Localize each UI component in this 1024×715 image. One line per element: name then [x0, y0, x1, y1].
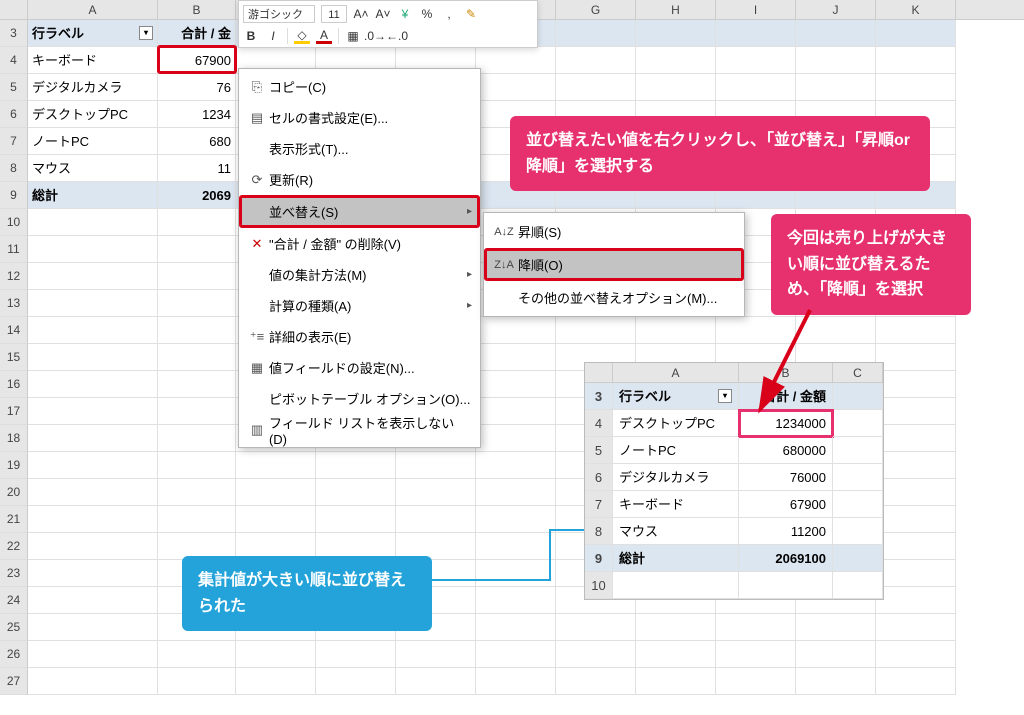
select-all-corner[interactable] [0, 0, 28, 19]
row-header-26[interactable]: 26 [0, 641, 28, 668]
row-header-9[interactable]: 9 [0, 182, 28, 209]
filter-button[interactable]: ▾ [139, 26, 153, 40]
fill-color-icon[interactable]: ◇ [294, 28, 310, 44]
callout-result: 集計値が大きい順に並び替えられた [182, 556, 432, 631]
decrease-font-icon[interactable]: A˅ [375, 6, 391, 22]
row-header-16[interactable]: 16 [0, 371, 28, 398]
col-header-i[interactable]: I [716, 0, 796, 19]
ctx-pivot-options[interactable]: ピボットテーブル オプション(O)... [239, 383, 480, 414]
increase-decimal-icon[interactable]: .0→ [367, 28, 383, 44]
sort-submenu: A↓Z昇順(S) Z↓A降順(O) その他の並べ替えオプション(M)... [483, 212, 745, 317]
col-header-h[interactable]: H [636, 0, 716, 19]
result-row[interactable]: 8マウス11200 [585, 518, 883, 545]
row-header-12[interactable]: 12 [0, 263, 28, 290]
row-header-17[interactable]: 17 [0, 398, 28, 425]
result-row[interactable]: 7キーボード67900 [585, 491, 883, 518]
col-header-j[interactable]: J [796, 0, 876, 19]
font-color-icon[interactable]: A [316, 28, 332, 44]
percent-icon[interactable]: % [419, 6, 435, 22]
format-painter-icon[interactable]: ✎ [463, 6, 479, 22]
row-header-13[interactable]: 13 [0, 290, 28, 317]
row-header-25[interactable]: 25 [0, 614, 28, 641]
mini-toolbar: 游ゴシック 11 A˄ A˅ ¥ % , ✎ B I ◇ A ▦ .0→ ←.0 [238, 0, 538, 48]
row-header-8[interactable]: 8 [0, 155, 28, 182]
col-header-k[interactable]: K [876, 0, 956, 19]
refresh-icon: ⟳ [245, 172, 269, 188]
delete-icon: ✕ [245, 236, 269, 252]
row-header-18[interactable]: 18 [0, 425, 28, 452]
ctx-copy[interactable]: ⎘コピー(C) [239, 71, 480, 102]
ctx-number-format[interactable]: 表示形式(T)... [239, 133, 480, 164]
row-header-22[interactable]: 22 [0, 533, 28, 560]
sort-more[interactable]: その他の並べ替えオプション(M)... [484, 281, 744, 314]
ctx-delete-field[interactable]: ✕"合計 / 金額" の削除(V) [239, 228, 480, 259]
row-header-10[interactable]: 10 [0, 209, 28, 236]
sort-desc-icon: Z↓A [490, 259, 518, 271]
field-settings-icon: ▦ [245, 360, 269, 376]
comma-icon[interactable]: , [441, 6, 457, 22]
currency-icon[interactable]: ¥ [397, 6, 413, 22]
decrease-decimal-icon[interactable]: ←.0 [389, 28, 405, 44]
fieldlist-icon: ▥ [245, 422, 269, 438]
chevron-right-icon: ▸ [467, 300, 472, 311]
increase-font-icon[interactable]: A˄ [353, 6, 369, 22]
row-header-15[interactable]: 15 [0, 344, 28, 371]
ctx-hide-fieldlist[interactable]: ▥フィールド リストを表示しない(D) [239, 414, 480, 445]
col-header-b[interactable]: B [158, 0, 236, 19]
result-col-c[interactable]: C [833, 363, 883, 383]
row-header-27[interactable]: 27 [0, 668, 28, 695]
row-header-14[interactable]: 14 [0, 317, 28, 344]
chevron-right-icon: ▸ [467, 269, 472, 280]
sort-asc-icon: A↓Z [490, 226, 518, 238]
ctx-format-cells[interactable]: ▤セルの書式設定(E)... [239, 102, 480, 133]
col-header-a[interactable]: A [28, 0, 158, 19]
result-row[interactable]: 9総計2069100 [585, 545, 883, 572]
row-header-6[interactable]: 6 [0, 101, 28, 128]
detail-icon: ⁺≡ [245, 329, 269, 345]
ctx-sort[interactable]: 並べ替え(S)▸ [239, 195, 480, 228]
row-header-20[interactable]: 20 [0, 479, 28, 506]
row-header-4[interactable]: 4 [0, 47, 28, 74]
result-row[interactable]: 10 [585, 572, 883, 599]
ctx-refresh[interactable]: ⟳更新(R) [239, 164, 480, 195]
row-header-23[interactable]: 23 [0, 560, 28, 587]
row-header-24[interactable]: 24 [0, 587, 28, 614]
connector-blue-icon [430, 520, 600, 590]
context-menu: ⎘コピー(C) ▤セルの書式設定(E)... 表示形式(T)... ⟳更新(R)… [238, 68, 481, 448]
ctx-field-settings[interactable]: ▦値フィールドの設定(N)... [239, 352, 480, 383]
font-size[interactable]: 11 [321, 5, 347, 23]
row-headers: 3456789101112131415161718192021222324252… [0, 20, 28, 695]
borders-icon[interactable]: ▦ [345, 28, 361, 44]
chevron-right-icon: ▸ [467, 206, 472, 217]
sort-asc[interactable]: A↓Z昇順(S) [484, 215, 744, 248]
bold-icon[interactable]: B [243, 28, 259, 44]
row-header-21[interactable]: 21 [0, 506, 28, 533]
row-header-5[interactable]: 5 [0, 74, 28, 101]
format-cells-icon: ▤ [245, 110, 269, 126]
row-header-3[interactable]: 3 [0, 20, 28, 47]
ctx-summarize[interactable]: 値の集計方法(M)▸ [239, 259, 480, 290]
ctx-calc-type[interactable]: 計算の種類(A)▸ [239, 290, 480, 321]
font-name[interactable]: 游ゴシック [243, 5, 315, 23]
callout-instruction: 並び替えたい値を右クリックし、「並び替え」「昇順or降順」を選択する [510, 116, 930, 191]
arrow-red-icon [720, 300, 840, 430]
selected-cell-b4 [157, 45, 237, 74]
copy-icon: ⎘ [245, 79, 269, 95]
row-header-11[interactable]: 11 [0, 236, 28, 263]
sort-desc[interactable]: Z↓A降順(O) [484, 248, 744, 281]
result-row[interactable]: 6デジタルカメラ76000 [585, 464, 883, 491]
result-row[interactable]: 5ノートPC680000 [585, 437, 883, 464]
ctx-show-detail[interactable]: ⁺≡詳細の表示(E) [239, 321, 480, 352]
row-header-7[interactable]: 7 [0, 128, 28, 155]
italic-icon[interactable]: I [265, 28, 281, 44]
col-header-g[interactable]: G [556, 0, 636, 19]
row-header-19[interactable]: 19 [0, 452, 28, 479]
